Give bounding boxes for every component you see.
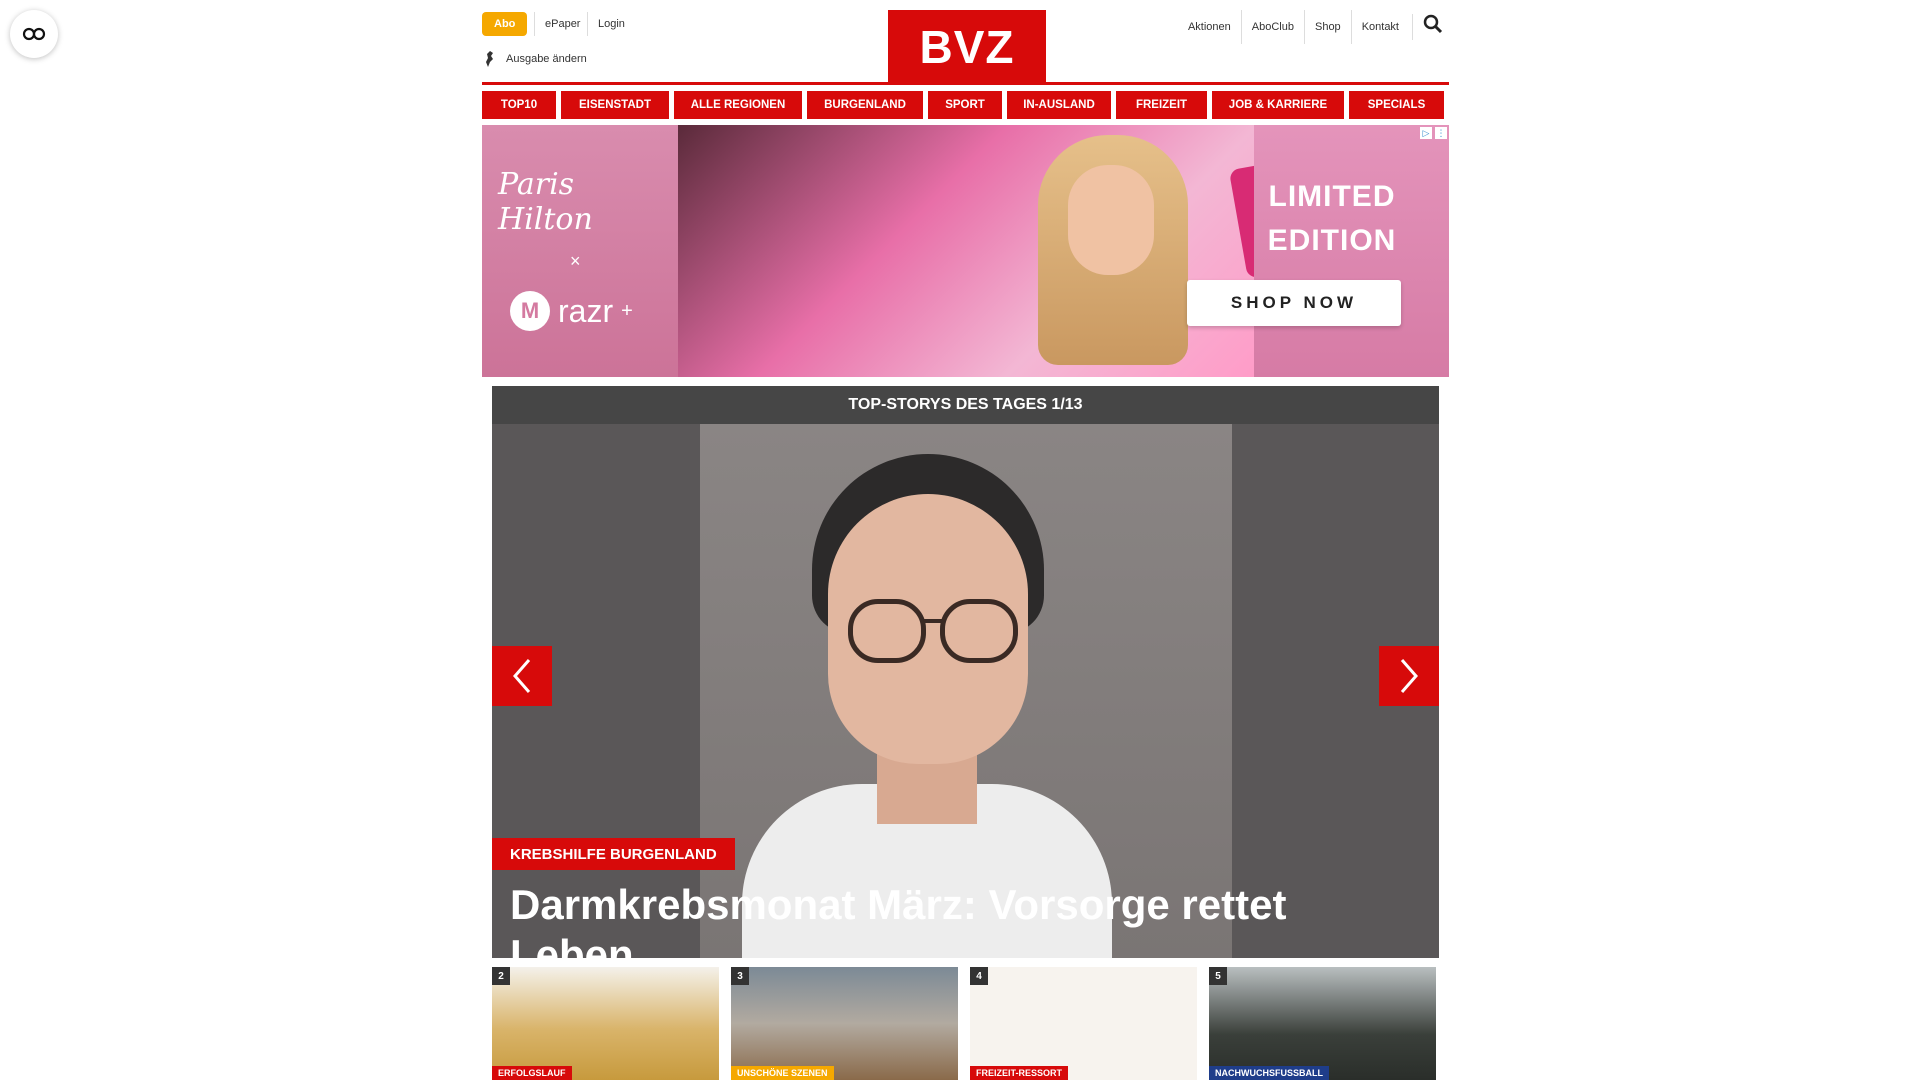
link-aboclub[interactable]: AboClub: [1240, 10, 1304, 44]
header-divider: [482, 82, 1449, 85]
bvz-logo[interactable]: BVZ: [888, 10, 1046, 84]
abo-button[interactable]: Abo: [482, 12, 528, 36]
change-edition-label: Ausgabe ändern: [506, 53, 587, 65]
adchoices[interactable]: ▷ ⋮: [1420, 127, 1447, 139]
nav-eisenstadt[interactable]: EISENSTADT: [561, 91, 669, 119]
thumbnail-number: 4: [970, 967, 988, 985]
carousel-slide[interactable]: KREBSHILFE BURGENLAND Darmkrebsmonat Mär…: [492, 424, 1439, 958]
thumbnail-5[interactable]: 5 NACHWUCHSFUSSBALL: [1209, 967, 1436, 1080]
thumbnail-number: 5: [1209, 967, 1227, 985]
chevron-right-icon: [1400, 659, 1418, 693]
change-edition-link[interactable]: Ausgabe ändern: [484, 50, 587, 68]
motorola-logo-icon: M: [510, 291, 550, 331]
ad-banner[interactable]: Paris Hilton × M razr + LIMITED EDITION S…: [482, 125, 1449, 377]
ad-signature: Paris Hilton: [498, 167, 593, 237]
thumbnail-2[interactable]: 2 ERFOLGSLAUF: [492, 967, 719, 1080]
ad-photo: [678, 125, 1300, 377]
ad-collab-x: ×: [570, 251, 581, 271]
search-icon: [1423, 14, 1443, 34]
nav-in-ausland[interactable]: IN-AUSLAND: [1007, 91, 1111, 119]
photo-glasses-left: [848, 599, 926, 663]
main-nav: TOP10 EISENSTADT ALLE REGIONEN BURGENLAN…: [482, 91, 1449, 119]
nav-top10[interactable]: TOP10: [482, 91, 556, 119]
photo-glasses-right: [940, 599, 1018, 663]
site-header: Abo ePaper Login Ausgabe ändern BVZ Akti…: [482, 0, 1449, 86]
service-links: Aktionen AboClub Shop Kontakt: [1178, 10, 1409, 44]
burgenland-map-icon: [486, 51, 493, 67]
thumbnail-number: 3: [731, 967, 749, 985]
thumbnail-label: UNSCHÖNE SZENEN: [731, 1066, 834, 1080]
ad-headline: LIMITED EDITION: [1222, 175, 1442, 263]
thumbnail-label: NACHWUCHSFUSSBALL: [1209, 1066, 1329, 1080]
thumbnail-number: 2: [492, 967, 510, 985]
photo-glasses-bridge: [922, 619, 942, 623]
ad-model-face: [1068, 165, 1154, 275]
nav-alle-regionen[interactable]: ALLE REGIONEN: [674, 91, 802, 119]
link-kontakt[interactable]: Kontakt: [1350, 10, 1409, 44]
epaper-link[interactable]: ePaper: [534, 12, 580, 36]
nav-specials[interactable]: SPECIALS: [1349, 91, 1444, 119]
page: Abo ePaper Login Ausgabe ändern BVZ Akti…: [482, 0, 1449, 1080]
ad-headline-2: EDITION: [1267, 224, 1397, 257]
ad-brand: razr: [558, 292, 614, 329]
nav-job-karriere[interactable]: JOB & KARRIERE: [1212, 91, 1344, 119]
thumbnail-label: ERFOLGSLAUF: [492, 1066, 572, 1080]
ad-brand-sup: +: [621, 299, 633, 322]
story-category-tag[interactable]: KREBSHILFE BURGENLAND: [492, 838, 735, 870]
top-stories-carousel: TOP-STORYS DES TAGES 1/13 KREBSHILFE BUR…: [492, 386, 1439, 958]
thumbnail-label: FREIZEIT-RESSORT: [970, 1066, 1069, 1080]
reader-mode-button[interactable]: [10, 10, 58, 58]
carousel-thumbnails: 2 ERFOLGSLAUF 3 UNSCHÖNE SZENEN 4 FREIZE…: [492, 967, 1439, 1080]
link-shop[interactable]: Shop: [1303, 10, 1351, 44]
ad-razr-logo: M razr +: [510, 291, 633, 331]
carousel-title: TOP-STORYS DES TAGES 1/13: [492, 386, 1439, 424]
ad-headline-1: LIMITED: [1268, 180, 1396, 213]
chevron-left-icon: [513, 659, 531, 693]
carousel-next-button[interactable]: [1379, 646, 1439, 706]
story-headline[interactable]: Darmkrebsmonat März: Vorsorge rettet Leb…: [510, 880, 1410, 958]
nav-freizeit[interactable]: FREIZEIT: [1116, 91, 1207, 119]
nav-burgenland[interactable]: BURGENLAND: [807, 91, 923, 119]
ad-menu-icon[interactable]: ⋮: [1435, 127, 1447, 139]
ad-brand-panel: Paris Hilton × M razr +: [482, 125, 678, 377]
search-button[interactable]: [1412, 14, 1449, 40]
login-link[interactable]: Login: [587, 12, 625, 36]
thumbnail-3[interactable]: 3 UNSCHÖNE SZENEN: [731, 967, 958, 1080]
shop-now-button[interactable]: SHOP NOW: [1187, 280, 1401, 326]
carousel-prev-button[interactable]: [492, 646, 552, 706]
nav-sport[interactable]: SPORT: [928, 91, 1002, 119]
adchoices-icon[interactable]: ▷: [1420, 127, 1432, 139]
glasses-icon: [22, 27, 46, 41]
thumbnail-4[interactable]: 4 FREIZEIT-RESSORT: [970, 967, 1197, 1080]
link-aktionen[interactable]: Aktionen: [1178, 10, 1241, 44]
